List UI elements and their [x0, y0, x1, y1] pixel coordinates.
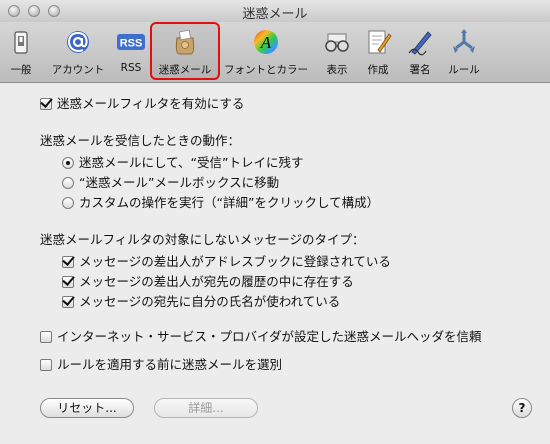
tab-accounts[interactable]: アカウント [45, 22, 111, 82]
tab-signatures-label: 署名 [409, 64, 431, 76]
tab-accounts-label: アカウント [51, 64, 105, 76]
tab-fonts-colors[interactable]: A フォントとカラー [221, 22, 311, 82]
checkbox-box[interactable] [62, 276, 74, 288]
tab-junk-mail[interactable]: 迷惑メール [150, 22, 220, 80]
tab-rules[interactable]: ルール [444, 22, 484, 82]
glasses-icon [325, 33, 349, 52]
font-color-icon: A [254, 30, 278, 54]
at-sign-icon [67, 31, 89, 53]
exempt-label: メッセージの宛先に自分の氏名が使われている [79, 294, 341, 309]
signature-pen-icon [408, 31, 432, 56]
advanced-button[interactable]: 詳細... [154, 398, 258, 418]
tab-viewing-label: 表示 [326, 64, 348, 76]
tab-general[interactable]: 一般 [4, 22, 38, 82]
tab-general-label: 一般 [10, 64, 32, 76]
checkbox-box[interactable] [62, 256, 74, 268]
trust-isp-headers-label: インターネット・サービス・プロバイダが設定した迷惑メールヘッダを信頼 [57, 329, 482, 344]
radio-dot[interactable] [62, 157, 74, 169]
exempt-heading: 迷惑メールフィルタの対象にしないメッセージのタイプ： [40, 232, 365, 247]
font-icon-letter: A [260, 33, 272, 52]
enable-junk-filter-label: 迷惑メールフィルタを有効にする [57, 96, 245, 111]
preferences-window: 迷惑メール 一般 アカウント RSS RSS 迷惑メール A フォントとカラー … [0, 0, 550, 444]
help-button[interactable]: ? [512, 398, 532, 418]
filter-before-rules-label: ルールを適用する前に迷惑メールを選別 [57, 357, 283, 372]
rss-icon: RSS [117, 34, 145, 50]
exempt-label: メッセージの差出人が宛先の履歴の中に存在する [79, 274, 354, 289]
tab-signatures[interactable]: 署名 [400, 22, 440, 82]
exempt-label: メッセージの差出人がアドレスブックに登録されている [79, 254, 391, 269]
junk-mail-pane: 迷惑メールフィルタを有効にする 迷惑メールを受信したときの動作： 迷惑メールにし… [0, 83, 550, 444]
checkbox-box[interactable] [40, 359, 52, 371]
junk-action-heading: 迷惑メールを受信したときの動作： [40, 133, 241, 148]
window-title: 迷惑メール [242, 7, 308, 22]
tab-viewing[interactable]: 表示 [318, 22, 356, 82]
tab-fonts-colors-label: フォントとカラー [224, 64, 308, 76]
preferences-toolbar: 一般 アカウント RSS RSS 迷惑メール A フォントとカラー 表示 作成 … [0, 22, 550, 83]
tab-junk-mail-label: 迷惑メール [158, 64, 212, 76]
reset-button[interactable]: リセット... [40, 398, 134, 418]
tab-composing[interactable]: 作成 [362, 22, 394, 82]
action-radio-label: 迷惑メールにして、“受信”トレイに残す [79, 155, 304, 170]
tab-rules-label: ルール [448, 64, 480, 76]
checkbox-box[interactable] [40, 98, 52, 110]
switch-icon [14, 31, 28, 54]
rules-icon [453, 29, 475, 53]
tab-rss[interactable]: RSS RSS [114, 22, 148, 82]
rss-icon-text: RSS [120, 38, 143, 50]
junk-mail-bag-icon [175, 29, 195, 55]
radio-dot[interactable] [62, 197, 74, 209]
title-bar: 迷惑メール [0, 0, 550, 23]
compose-icon [368, 30, 392, 54]
tab-rss-label: RSS [120, 62, 142, 74]
radio-dot[interactable] [62, 177, 74, 189]
tab-composing-label: 作成 [367, 64, 389, 76]
action-radio-label: “迷惑メール”メールボックスに移動 [79, 175, 280, 190]
action-radio-label: カスタムの操作を実行（“詳細”をクリックして構成） [79, 195, 380, 210]
checkbox-box[interactable] [62, 296, 74, 308]
checkbox-box[interactable] [40, 331, 52, 343]
